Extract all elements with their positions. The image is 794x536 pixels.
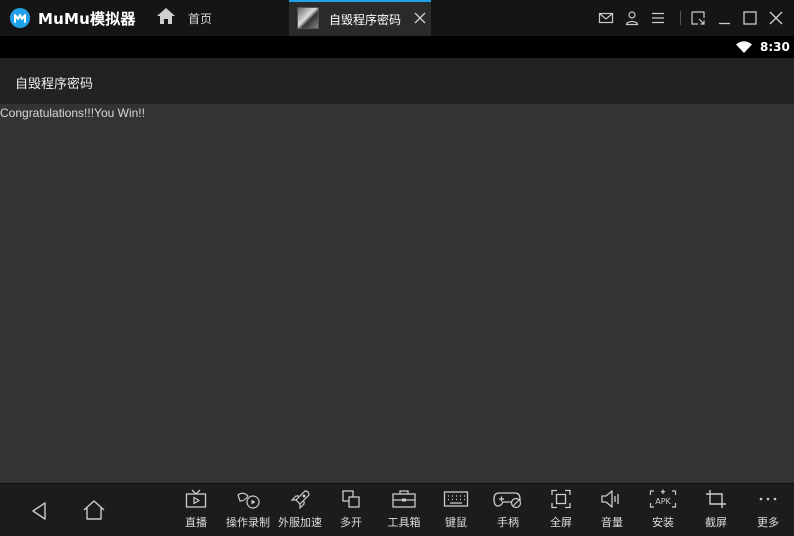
tool-live[interactable]: 直播 xyxy=(168,489,224,535)
close-icon[interactable] xyxy=(768,10,784,26)
keyboard-icon xyxy=(443,491,469,507)
home-tab[interactable]: 首页 xyxy=(188,10,212,27)
title-separator xyxy=(680,11,681,25)
maximize-icon[interactable] xyxy=(742,10,758,26)
app-thumbnail xyxy=(297,7,319,29)
crop-icon xyxy=(706,490,726,508)
title-bar: MuMu模拟器 首页 自毁程序密码 xyxy=(0,0,794,36)
win-message: Congratulations!!!You Win!! xyxy=(0,106,145,120)
tool-label: 全屏 xyxy=(550,516,572,529)
multi-open-icon xyxy=(342,490,360,508)
bottom-toolbar: 直播 操作录制 外服加速 多开 工具箱 键鼠 手柄 全屏 音量 APK 安装 截… xyxy=(0,483,794,536)
tool-label: 手柄 xyxy=(497,516,519,529)
tool-label: 更多 xyxy=(757,516,779,529)
tab-title: 自毁程序密码 xyxy=(329,13,402,27)
tool-label: 外服加速 xyxy=(278,516,322,529)
home-tab-icon[interactable] xyxy=(156,7,176,29)
tool-more[interactable]: 更多 xyxy=(740,489,794,535)
home-icon[interactable] xyxy=(82,499,106,521)
volume-icon xyxy=(601,490,619,508)
svg-text:APK: APK xyxy=(655,497,671,506)
wifi-icon xyxy=(736,41,752,53)
tool-keyboard[interactable]: 键鼠 xyxy=(428,489,484,535)
status-time: 8:30 xyxy=(760,40,790,54)
tab-close-icon[interactable] xyxy=(413,11,427,25)
tool-label: 直播 xyxy=(185,516,207,529)
apk-icon: APK xyxy=(649,489,677,508)
tool-label: 多开 xyxy=(340,516,362,529)
app-title: MuMu模拟器 xyxy=(38,10,136,28)
tool-gamepad[interactable]: 手柄 xyxy=(480,489,536,535)
record-icon xyxy=(237,492,260,509)
mail-icon[interactable] xyxy=(598,10,614,26)
restore-small-icon[interactable] xyxy=(690,10,706,26)
more-icon xyxy=(759,497,777,501)
minimize-icon[interactable] xyxy=(717,10,733,26)
tool-multi-open[interactable]: 多开 xyxy=(323,489,379,535)
tool-label: 安装 xyxy=(652,516,674,529)
android-status-bar: 8:30 xyxy=(0,36,794,58)
fullscreen-icon xyxy=(551,489,571,509)
tool-fullscreen[interactable]: 全屏 xyxy=(533,489,589,535)
tool-label: 键鼠 xyxy=(445,516,467,529)
tool-install-apk[interactable]: APK 安装 xyxy=(635,489,691,535)
tool-label: 截屏 xyxy=(705,516,727,529)
tool-record[interactable]: 操作录制 xyxy=(220,489,276,535)
main-content: Congratulations!!!You Win!! xyxy=(0,104,794,483)
tool-label: 工具箱 xyxy=(387,516,421,529)
tool-accelerate[interactable]: 外服加速 xyxy=(272,489,328,535)
user-icon[interactable] xyxy=(624,10,640,26)
tool-screenshot[interactable]: 截屏 xyxy=(688,489,744,535)
tool-label: 音量 xyxy=(601,516,623,529)
back-icon[interactable] xyxy=(30,501,48,521)
tool-toolbox[interactable]: 工具箱 xyxy=(376,489,432,535)
tool-volume[interactable]: 音量 xyxy=(584,489,640,535)
live-icon xyxy=(185,489,207,508)
tab-active[interactable]: 自毁程序密码 xyxy=(289,0,431,36)
tool-label: 操作录制 xyxy=(226,516,270,529)
menu-icon[interactable] xyxy=(650,10,666,26)
toolbox-icon xyxy=(392,490,416,508)
mumu-logo-icon xyxy=(10,8,30,28)
gamepad-icon xyxy=(493,492,522,509)
page-title: 自毁程序密码 xyxy=(15,77,94,92)
rocket-icon xyxy=(290,490,310,509)
app-header: 自毁程序密码 xyxy=(0,58,794,104)
